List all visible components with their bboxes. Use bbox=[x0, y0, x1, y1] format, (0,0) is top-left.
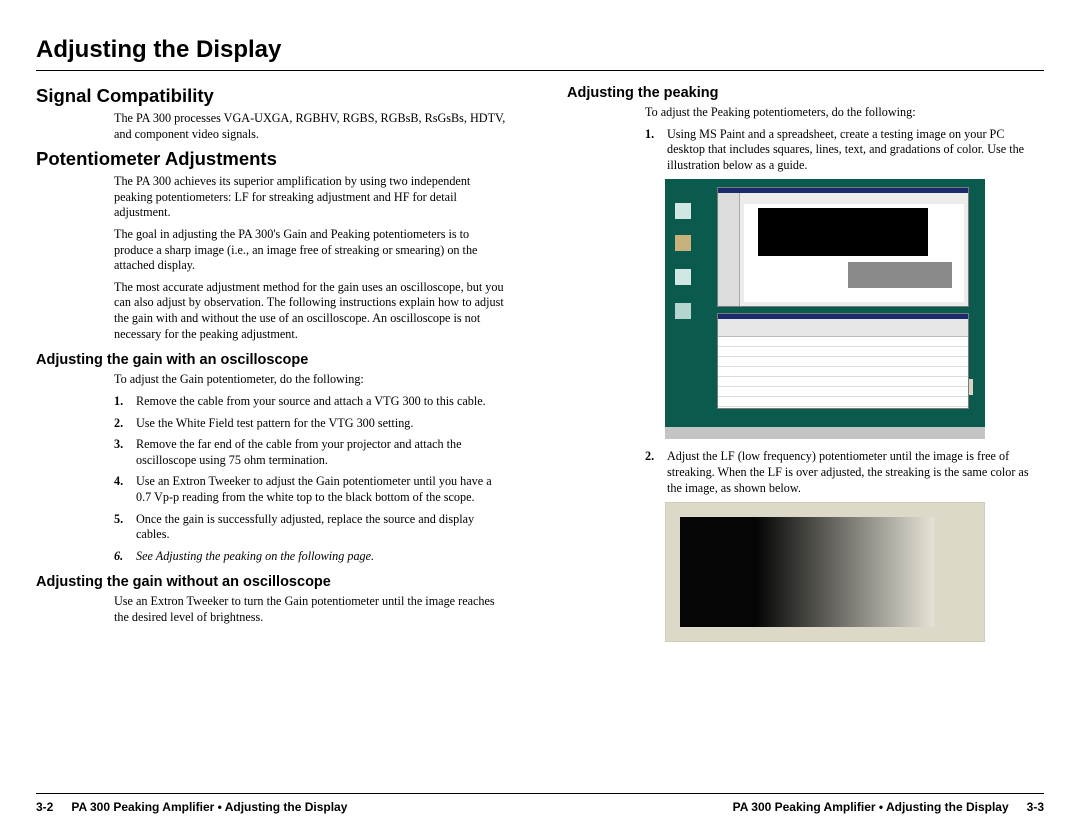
step-3: 3.Remove the far end of the cable from y… bbox=[114, 437, 509, 468]
heading-gain-without-oscilloscope: Adjusting the gain without an oscillosco… bbox=[36, 574, 513, 590]
heading-adjusting-peaking: Adjusting the peaking bbox=[567, 85, 1044, 101]
step6-ref: Adjusting the peaking bbox=[156, 549, 262, 563]
page-footer: 3-2 PA 300 Peaking Amplifier • Adjusting… bbox=[36, 793, 1044, 814]
gain-no-osc-body: Use an Extron Tweeker to turn the Gain p… bbox=[114, 594, 509, 625]
step-number: 2. bbox=[645, 449, 667, 496]
step-text: See Adjusting the peaking on the followi… bbox=[136, 549, 509, 565]
step-2: 2.Use the White Field test pattern for t… bbox=[114, 416, 509, 432]
potentiometer-p3: The most accurate adjustment method for … bbox=[114, 280, 509, 342]
peaking-step-2: 2.Adjust the LF (low frequency) potentio… bbox=[645, 449, 1040, 496]
footer-left: 3-2 PA 300 Peaking Amplifier • Adjusting… bbox=[36, 800, 347, 814]
black-rectangle bbox=[758, 208, 928, 256]
step-number: 4. bbox=[114, 474, 136, 505]
gray-rectangle bbox=[848, 262, 952, 288]
footer-row: 3-2 PA 300 Peaking Amplifier • Adjusting… bbox=[36, 800, 1044, 814]
spreadsheet-toolbar bbox=[718, 319, 968, 337]
black-to-light-gradient bbox=[680, 517, 934, 627]
desktop-icon bbox=[675, 235, 691, 251]
step6-post: on the following page. bbox=[262, 549, 374, 563]
footer-text-left: PA 300 Peaking Amplifier • Adjusting the… bbox=[71, 800, 347, 814]
teal-desktop-image bbox=[665, 179, 985, 439]
peaking-steps-1: 1.Using MS Paint and a spreadsheet, crea… bbox=[645, 127, 1040, 174]
potentiometer-p1: The PA 300 achieves its superior amplifi… bbox=[114, 174, 509, 221]
two-column-layout: Signal Compatibility The PA 300 processe… bbox=[36, 81, 1044, 652]
step-6: 6. See Adjusting the peaking on the foll… bbox=[114, 549, 509, 565]
step6-pre: See bbox=[136, 549, 156, 563]
potentiometer-p2: The goal in adjusting the PA 300's Gain … bbox=[114, 227, 509, 274]
heading-gain-with-oscilloscope: Adjusting the gain with an oscilloscope bbox=[36, 352, 513, 368]
paint-canvas bbox=[744, 204, 964, 302]
step-text: Once the gain is successfully adjusted, … bbox=[136, 512, 509, 543]
footer-text-right: PA 300 Peaking Amplifier • Adjusting the… bbox=[733, 800, 1009, 814]
chapter-title: Adjusting the Display bbox=[36, 36, 1044, 64]
gradient-image bbox=[665, 502, 985, 642]
step-text: Using MS Paint and a spreadsheet, create… bbox=[667, 127, 1040, 174]
step-4: 4.Use an Extron Tweeker to adjust the Ga… bbox=[114, 474, 509, 505]
step-number: 1. bbox=[114, 394, 136, 410]
step-number: 3. bbox=[114, 437, 136, 468]
step-1: 1.Remove the cable from your source and … bbox=[114, 394, 509, 410]
desktop-icon bbox=[675, 203, 691, 219]
step-text: Adjust the LF (low frequency) potentiome… bbox=[667, 449, 1040, 496]
page-number-left: 3-2 bbox=[36, 800, 53, 814]
paint-window bbox=[717, 187, 969, 307]
step-number: 2. bbox=[114, 416, 136, 432]
desktop-icon bbox=[675, 269, 691, 285]
footer-rule bbox=[36, 793, 1044, 794]
taskbar bbox=[665, 427, 985, 439]
signal-compat-body: The PA 300 processes VGA-UXGA, RGBHV, RG… bbox=[114, 111, 509, 142]
desktop-icon bbox=[675, 303, 691, 319]
spreadsheet-window bbox=[717, 313, 969, 409]
column-left: Signal Compatibility The PA 300 processe… bbox=[36, 81, 513, 652]
figure-desktop-screenshot bbox=[665, 179, 1044, 439]
spreadsheet-grid bbox=[718, 337, 968, 408]
step-text: Remove the cable from your source and at… bbox=[136, 394, 509, 410]
paint-toolbar bbox=[718, 193, 740, 306]
footer-right: PA 300 Peaking Amplifier • Adjusting the… bbox=[733, 800, 1044, 814]
step-number: 1. bbox=[645, 127, 667, 174]
page-number-right: 3-3 bbox=[1027, 800, 1044, 814]
step-number: 5. bbox=[114, 512, 136, 543]
step-number: 6. bbox=[114, 549, 136, 565]
gain-osc-intro: To adjust the Gain potentiometer, do the… bbox=[114, 372, 509, 388]
step-text: Use the White Field test pattern for the… bbox=[136, 416, 509, 432]
peaking-step-1: 1.Using MS Paint and a spreadsheet, crea… bbox=[645, 127, 1040, 174]
title-rule bbox=[36, 70, 1044, 71]
figure-streaking-sample bbox=[665, 502, 1044, 642]
column-right: Adjusting the peaking To adjust the Peak… bbox=[567, 81, 1044, 652]
step-text: Remove the far end of the cable from you… bbox=[136, 437, 509, 468]
step-5: 5.Once the gain is successfully adjusted… bbox=[114, 512, 509, 543]
heading-potentiometer-adjustments: Potentiometer Adjustments bbox=[36, 148, 513, 170]
heading-signal-compatibility: Signal Compatibility bbox=[36, 85, 513, 107]
peaking-steps-2: 2.Adjust the LF (low frequency) potentio… bbox=[645, 449, 1040, 496]
gain-osc-steps: 1.Remove the cable from your source and … bbox=[114, 394, 509, 564]
peaking-intro: To adjust the Peaking potentiometers, do… bbox=[645, 105, 1040, 121]
step-text: Use an Extron Tweeker to adjust the Gain… bbox=[136, 474, 509, 505]
